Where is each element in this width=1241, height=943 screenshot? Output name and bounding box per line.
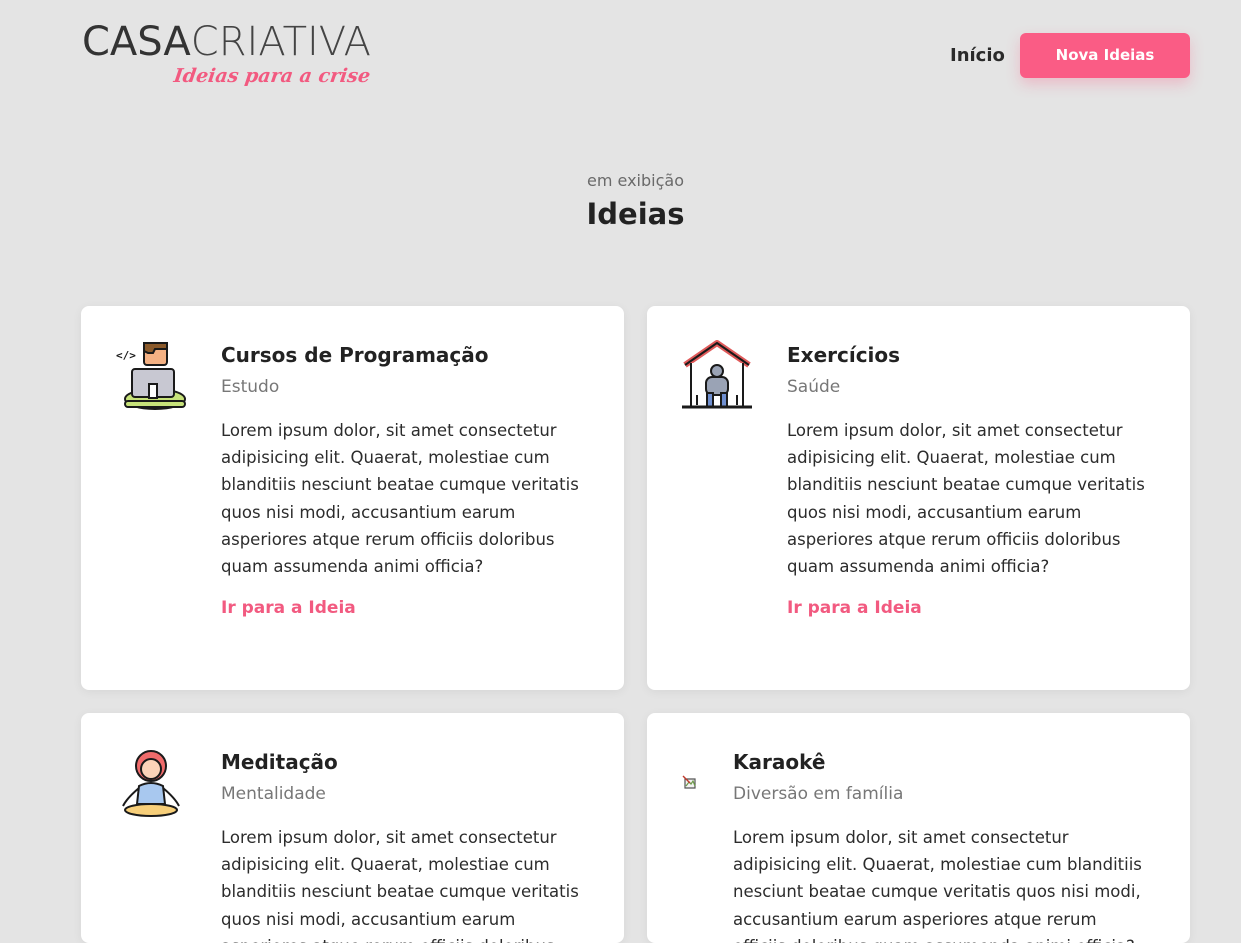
nav-home-link[interactable]: Início <box>950 44 1005 68</box>
card-category: Saúde <box>787 377 841 397</box>
card-title: Karaokê <box>733 750 826 774</box>
card-description: Lorem ipsum dolor, sit amet consectetur … <box>733 828 1142 943</box>
card-category: Estudo <box>221 377 280 397</box>
card-title: Exercícios <box>787 343 901 367</box>
go-to-idea-link[interactable]: Ir para a Ideia <box>221 596 356 620</box>
idea-card: Meditação Mentalidade Lorem ipsum dolor,… <box>81 713 624 943</box>
home-workout-icon <box>681 339 753 415</box>
logo[interactable]: CASACRIATIVA Ideias para a crise <box>82 20 422 95</box>
logo-word-criativa: CRIATIVA <box>190 19 371 65</box>
card-description: Lorem ipsum dolor, sit amet consectetur … <box>787 421 1145 577</box>
page-title: Ideias <box>586 197 685 231</box>
broken-image-icon <box>681 773 701 793</box>
idea-card: Exercícios Saúde Lorem ipsum dolor, sit … <box>647 306 1190 690</box>
card-category: Diversão em família <box>733 784 904 804</box>
card-description: Lorem ipsum dolor, sit amet consectetur … <box>221 421 579 577</box>
card-description: Lorem ipsum dolor, sit amet consectetur … <box>221 828 579 943</box>
card-category: Mentalidade <box>221 784 326 804</box>
logo-tagline: Ideias para a crise <box>172 65 372 87</box>
go-to-idea-link[interactable]: Ir para a Ideia <box>787 596 922 620</box>
logo-wordmark: CASACRIATIVA <box>82 20 371 64</box>
section-subtitle: em exibição <box>587 171 684 190</box>
card-title: Cursos de Programação <box>221 343 489 367</box>
programmer-icon: </> <box>115 339 187 415</box>
card-title: Meditação <box>221 750 338 774</box>
logo-word-casa: CASA <box>82 19 191 65</box>
meditation-icon <box>115 746 187 822</box>
idea-card: </> Cursos de Programação Estudo Lorem i… <box>81 306 624 690</box>
new-idea-button[interactable]: Nova Ideias <box>1020 33 1190 78</box>
idea-card: Karaokê Diversão em família Lorem ipsum … <box>647 713 1190 943</box>
svg-text:</>: </> <box>116 349 136 362</box>
